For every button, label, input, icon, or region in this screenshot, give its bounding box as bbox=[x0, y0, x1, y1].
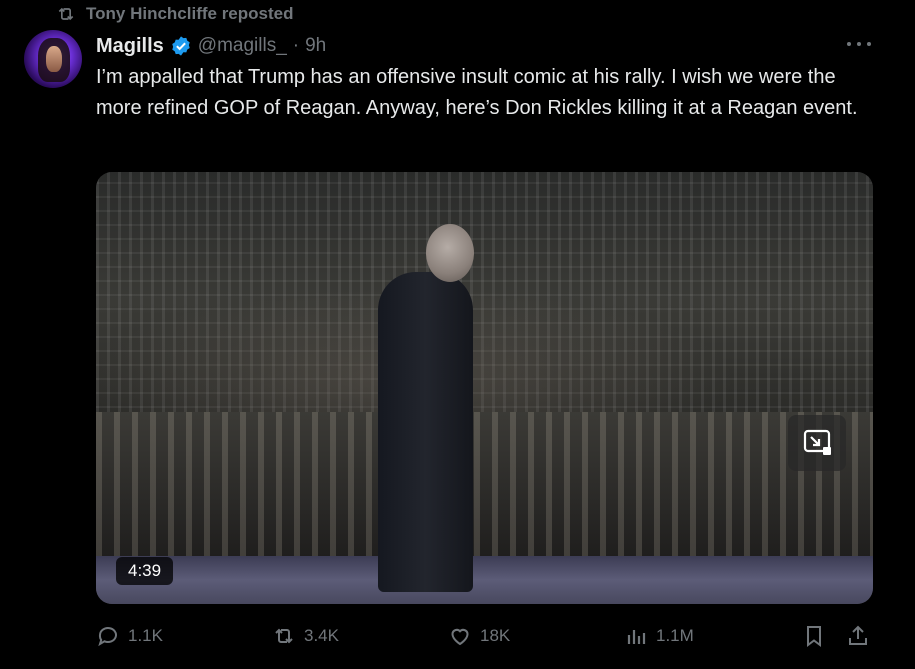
bookmark-button[interactable] bbox=[802, 620, 826, 652]
separator-dot: · bbox=[292, 35, 300, 56]
heart-icon bbox=[451, 628, 469, 646]
reply-count: 1.1K bbox=[128, 626, 163, 645]
tweet-header: Magills @magills_ · 9h bbox=[96, 32, 326, 60]
repost-icon bbox=[275, 628, 293, 644]
dot-icon bbox=[847, 42, 851, 46]
share-button[interactable] bbox=[846, 620, 870, 652]
author-name[interactable]: Magills bbox=[96, 35, 164, 58]
video-subject bbox=[378, 272, 473, 592]
timestamp[interactable]: 9h bbox=[305, 35, 326, 57]
analytics-icon bbox=[627, 630, 646, 644]
author-handle[interactable]: @magills_ bbox=[198, 35, 287, 57]
expand-icon bbox=[803, 429, 831, 455]
repost-text: Tony Hinchcliffe reposted bbox=[86, 4, 294, 23]
dot-icon bbox=[867, 42, 871, 46]
video-player[interactable]: 4:39 bbox=[96, 172, 873, 604]
more-options-button[interactable] bbox=[847, 34, 871, 54]
expand-button[interactable] bbox=[788, 415, 846, 471]
bookmark-icon bbox=[807, 626, 821, 647]
video-duration: 4:39 bbox=[116, 557, 174, 585]
repost-button[interactable]: 3.4K bbox=[272, 620, 339, 652]
view-count: 1.1M bbox=[656, 626, 694, 645]
reply-button[interactable]: 1.1K bbox=[96, 620, 163, 652]
avatar[interactable] bbox=[24, 30, 82, 88]
like-button[interactable]: 18K bbox=[448, 620, 510, 652]
views-button[interactable]: 1.1M bbox=[624, 620, 694, 652]
repost-icon bbox=[58, 7, 74, 21]
tweet-text: I’m appalled that Trump has an offensive… bbox=[96, 66, 858, 119]
like-count: 18K bbox=[480, 626, 511, 645]
action-bar: 1.1K 3.4K 18K 1.1M bbox=[96, 620, 873, 652]
reply-icon bbox=[98, 627, 117, 647]
repost-count: 3.4K bbox=[304, 626, 339, 645]
verified-badge-icon[interactable] bbox=[170, 35, 192, 57]
repost-indicator[interactable]: Tony Hinchcliffe reposted bbox=[56, 2, 294, 26]
share-icon bbox=[849, 625, 867, 645]
dot-icon bbox=[857, 42, 861, 46]
